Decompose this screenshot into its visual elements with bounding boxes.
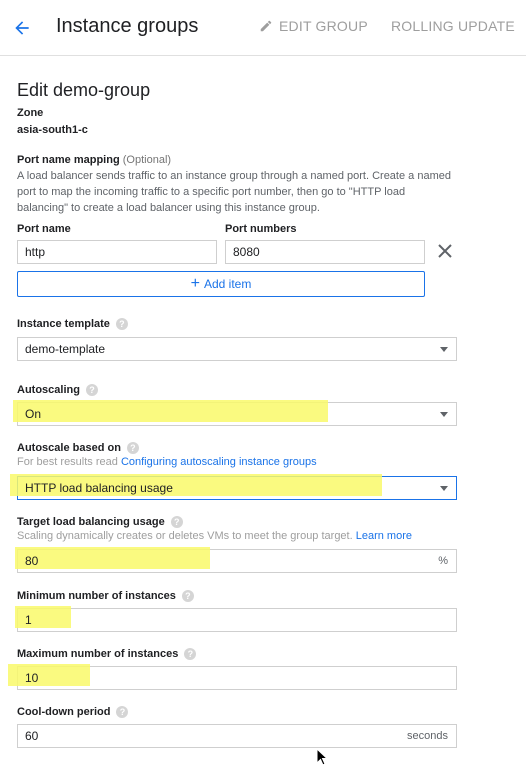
target-lb-usage-hint-text: Scaling dynamically creates or deletes V… [17, 530, 353, 542]
cooldown-input[interactable]: 60 seconds [17, 724, 457, 748]
back-button[interactable] [8, 14, 36, 42]
highlight-marker [15, 606, 71, 628]
target-lb-usage-hint: Scaling dynamically creates or deletes V… [17, 530, 412, 542]
port-numbers-value: 8080 [233, 245, 260, 259]
autoscale-hint-text: For best results read [17, 456, 121, 468]
max-instances-title: Maximum number of instances [17, 648, 179, 660]
target-lb-usage-input[interactable]: 80 % [15, 547, 457, 573]
optional-tag: (Optional) [122, 154, 172, 166]
help-icon[interactable]: ? [116, 706, 129, 719]
instance-template-value: demo-template [25, 342, 106, 356]
cooldown-value: 60 [25, 729, 39, 743]
seconds-suffix: seconds [407, 730, 448, 742]
autoscale-based-on-label: Autoscale based on? [17, 442, 139, 455]
port-name-label: Port name [17, 223, 71, 235]
add-item-button[interactable]: + Add item [17, 271, 425, 297]
autoscale-hint: For best results read Configuring autosc… [17, 456, 317, 468]
min-instances-title: Minimum number of instances [17, 590, 176, 602]
cooldown-label: Cool-down period? [17, 706, 129, 719]
autoscale-based-on-title: Autoscale based on [17, 442, 121, 454]
help-icon[interactable]: ? [170, 516, 183, 529]
autoscaling-label: Autoscaling? [17, 384, 98, 397]
dropdown-caret-icon [440, 412, 448, 417]
port-mapping-description: A load balancer sends traffic to an inst… [17, 170, 451, 214]
target-lb-usage-value: 80 [25, 554, 39, 568]
mouse-cursor-icon [316, 747, 330, 767]
help-icon[interactable]: ? [126, 442, 139, 455]
port-numbers-input[interactable]: 8080 [225, 240, 425, 264]
port-name-value: http [25, 245, 46, 259]
edit-group-button[interactable]: EDIT GROUP [259, 18, 368, 34]
top-app-bar: Instance groups EDIT GROUP ROLLING UPDAT… [0, 0, 526, 56]
remove-port-button[interactable] [436, 242, 454, 260]
dropdown-caret-icon [440, 486, 448, 491]
dropdown-caret-icon [440, 347, 448, 352]
help-icon[interactable]: ? [85, 384, 98, 397]
cooldown-title: Cool-down period [17, 706, 111, 718]
max-instances-label: Maximum number of instances? [17, 648, 197, 661]
autoscaling-title: Autoscaling [17, 384, 80, 396]
page-title: Instance groups [56, 15, 199, 37]
highlight-marker [13, 400, 328, 422]
port-numbers-label: Port numbers [225, 223, 297, 235]
max-instances-input[interactable]: 10 [8, 664, 457, 690]
plus-icon: + [190, 275, 200, 292]
autoscaling-value: On [25, 407, 42, 421]
help-icon[interactable]: ? [184, 648, 197, 661]
port-mapping-title: Port name mapping [17, 154, 120, 166]
autoscaling-select[interactable]: On [13, 400, 457, 426]
edit-group-label: EDIT GROUP [279, 18, 368, 34]
autoscale-based-on-select[interactable]: HTTP load balancing usage [10, 474, 457, 500]
min-instances-input[interactable]: 1 [15, 606, 457, 632]
pencil-icon [260, 20, 272, 32]
highlight-marker [8, 664, 90, 686]
min-instances-value: 1 [25, 613, 32, 627]
zone-label: Zone [17, 107, 44, 119]
min-instances-label: Minimum number of instances? [17, 590, 194, 603]
instance-template-select[interactable]: demo-template [17, 337, 457, 361]
form-title: Edit demo-group [17, 80, 151, 100]
target-lb-usage-label: Target load balancing usage? [17, 516, 183, 529]
learn-more-link[interactable]: Learn more [356, 530, 412, 542]
target-lb-usage-title: Target load balancing usage [17, 516, 165, 528]
zone-value: asia-south1-c [17, 124, 88, 136]
instance-template-label: Instance template? [17, 318, 128, 331]
max-instances-value: 10 [25, 671, 39, 685]
instance-template-title: Instance template [17, 318, 110, 330]
port-mapping-label: Port name mapping (Optional) [17, 154, 171, 166]
highlight-marker [15, 547, 210, 569]
percent-suffix: % [438, 555, 448, 567]
arrow-back-icon [15, 21, 29, 35]
close-icon [438, 244, 452, 258]
rolling-update-button[interactable]: ROLLING UPDATE [391, 18, 515, 34]
add-item-label: Add item [203, 277, 252, 291]
help-icon[interactable]: ? [115, 318, 128, 331]
help-icon[interactable]: ? [181, 590, 194, 603]
configuring-autoscaling-link[interactable]: Configuring autoscaling instance groups [121, 456, 317, 468]
port-name-input[interactable]: http [17, 240, 217, 264]
autoscale-based-on-value: HTTP load balancing usage [25, 481, 173, 495]
